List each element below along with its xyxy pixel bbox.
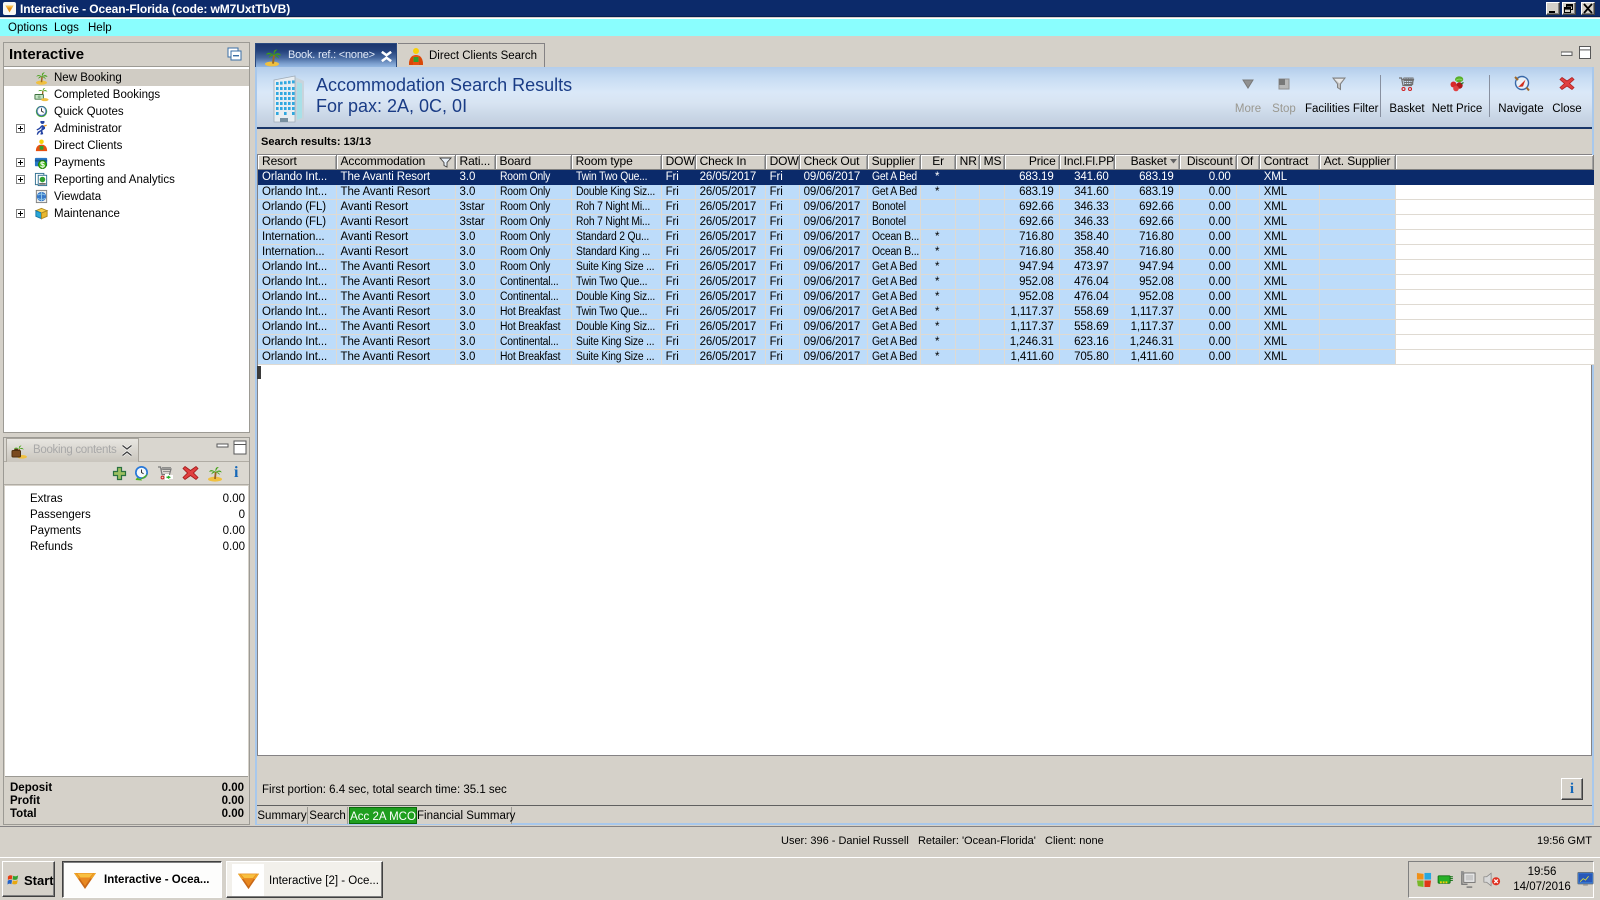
- svg-text:$: $: [40, 160, 45, 170]
